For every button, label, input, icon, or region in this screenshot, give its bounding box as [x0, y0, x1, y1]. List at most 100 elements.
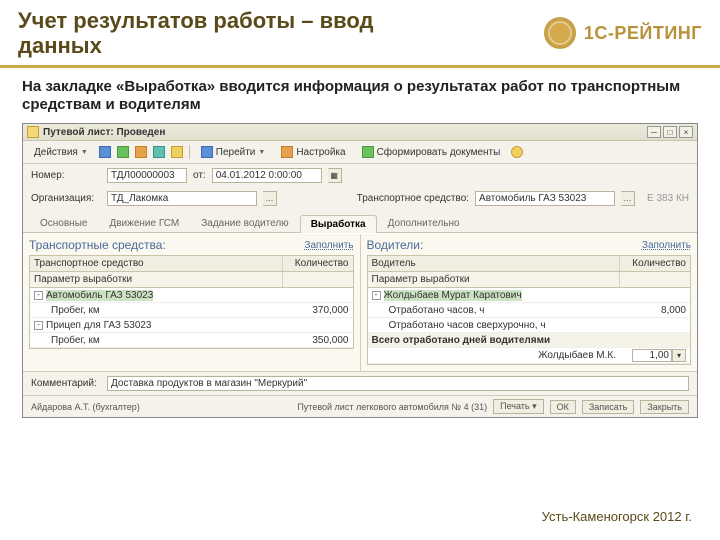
tabs: Основные Движение ГСМ Задание водителю В…	[23, 214, 697, 233]
document-icon	[27, 126, 39, 138]
date-picker-button[interactable]: ▦	[328, 168, 342, 183]
settings-button[interactable]: Настройка	[276, 144, 350, 160]
row-value: 370,000	[283, 304, 353, 317]
save-button[interactable]: Записать	[582, 400, 634, 414]
row-text: Отработано часов, ч	[389, 305, 485, 316]
gear-icon	[281, 146, 293, 158]
tool-icon[interactable]	[135, 146, 147, 158]
go-label: Перейти	[216, 147, 256, 158]
tool-icon[interactable]	[117, 146, 129, 158]
tab-task[interactable]: Задание водителю	[190, 214, 299, 232]
toolbar: Действия▼ Перейти▼ Настройка Сформироват…	[23, 141, 697, 164]
panel-vehicles: Транспортные средства: Заполнить Транспо…	[23, 234, 360, 371]
row-text: Автомобиль ГАЗ 53023	[46, 290, 153, 301]
row-value	[283, 324, 353, 326]
chevron-down-icon: ▼	[258, 149, 265, 156]
table-row[interactable]: Отработано часов, ч 8,000	[368, 303, 691, 318]
number-label: Номер:	[31, 170, 101, 181]
row-value: 8,000	[620, 304, 690, 317]
row-value	[283, 294, 353, 296]
form-docs-label: Сформировать документы	[377, 147, 501, 158]
status-user: Айдарова А.Т. (бухгалтер)	[31, 402, 140, 412]
brand-logo-icon	[544, 17, 576, 49]
actions-label: Действия	[34, 147, 78, 158]
table-row[interactable]: Отработано часов сверхурочно, ч	[368, 318, 691, 333]
tab-main[interactable]: Основные	[29, 214, 98, 232]
tool-icon[interactable]	[153, 146, 165, 158]
vehicles-grid: Транспортное средствоКоличество Параметр…	[29, 255, 354, 349]
tab-extra[interactable]: Дополнительно	[377, 214, 471, 232]
ts-select-button[interactable]: …	[621, 191, 635, 206]
comment-label: Комментарий:	[31, 378, 101, 389]
help-icon[interactable]	[511, 146, 523, 158]
tree-toggle-icon[interactable]: -	[372, 291, 381, 300]
org-select-button[interactable]: …	[263, 191, 277, 206]
settings-label: Настройка	[296, 147, 345, 158]
actions-menu[interactable]: Действия▼	[29, 145, 93, 160]
col-vehicle: Транспортное средство	[30, 256, 283, 271]
number-field[interactable]: ТДЛ00000003	[107, 168, 187, 183]
chevron-down-icon: ▼	[81, 149, 88, 156]
close-form-button[interactable]: Закрыть	[640, 400, 689, 414]
col-param: Параметр выработки	[30, 272, 283, 287]
table-row[interactable]: -Прицеп для ГАЗ 53023	[30, 318, 353, 333]
go-menu[interactable]: Перейти▼	[196, 144, 271, 160]
comment-field[interactable]: Доставка продуктов в магазин "Меркурий"	[107, 376, 689, 391]
col-qty: Количество	[283, 256, 353, 271]
date-field[interactable]: 04.01.2012 0:00:00	[212, 168, 322, 183]
print-button[interactable]: Печать ▾	[493, 399, 544, 414]
table-row[interactable]: -Автомобиль ГАЗ 53023	[30, 288, 353, 303]
ts-label: Транспортное средство:	[357, 193, 469, 204]
col-qty: Количество	[620, 256, 690, 271]
tool-icon[interactable]	[171, 146, 183, 158]
sum-stepper[interactable]: ▾	[672, 349, 686, 362]
brand-block: 1С-РЕЙТИНГ	[544, 17, 702, 49]
panel-vehicles-title: Транспортные средства:	[29, 238, 166, 252]
separator	[189, 145, 190, 159]
slide-footer: Усть-Каменогорск 2012 г.	[542, 509, 692, 524]
sum-val-field[interactable]: 1,00	[632, 349, 672, 362]
col-param: Параметр выработки	[368, 272, 621, 287]
table-row[interactable]: Пробег, км 370,000	[30, 303, 353, 318]
ts-hint: Е 383 КН	[647, 193, 689, 204]
row-value: 350,000	[283, 334, 353, 347]
fill-vehicles-link[interactable]: Заполнить	[304, 240, 353, 251]
slide-title: Учет результатов работы – ввод данных	[18, 8, 438, 59]
row-text: Прицеп для ГАЗ 53023	[46, 320, 152, 331]
maximize-button[interactable]: □	[663, 126, 677, 138]
slide-subtitle: На закладке «Выработка» вводится информа…	[0, 78, 720, 124]
table-row[interactable]: Пробег, км 350,000	[30, 333, 353, 348]
tab-gsm[interactable]: Движение ГСМ	[98, 214, 190, 232]
ts-field[interactable]: Автомобиль ГАЗ 53023	[475, 191, 615, 206]
row-value	[620, 294, 690, 296]
status-doc: Путевой лист легкового автомобиля № 4 (3…	[297, 402, 487, 412]
tree-toggle-icon[interactable]: -	[34, 321, 43, 330]
window-title: Путевой лист: Проведен	[43, 127, 165, 138]
row-text: Пробег, км	[51, 335, 100, 346]
row-value	[620, 324, 690, 326]
org-label: Организация:	[31, 193, 101, 204]
row-text: Отработано часов сверхурочно, ч	[389, 320, 546, 331]
tool-icon[interactable]	[99, 146, 111, 158]
org-field[interactable]: ТД_Лакомка	[107, 191, 257, 206]
tree-toggle-icon[interactable]: -	[34, 291, 43, 300]
panel-drivers-title: Водители:	[367, 238, 424, 252]
sum-name: Жолдыбаев М.К.	[538, 350, 616, 361]
close-button[interactable]: ×	[679, 126, 693, 138]
row-text: Пробег, км	[51, 305, 100, 316]
app-window: Путевой лист: Проведен ─ □ × Действия▼ П…	[22, 123, 698, 418]
table-row[interactable]: -Жолдыбаев Мурат Каратович	[368, 288, 691, 303]
drivers-grid: ВодительКоличество Параметр выработки -Ж…	[367, 255, 692, 365]
brand-text: 1С-РЕЙТИНГ	[584, 23, 702, 44]
row-text: Жолдыбаев Мурат Каратович	[384, 290, 522, 301]
fill-drivers-link[interactable]: Заполнить	[642, 240, 691, 251]
divider	[0, 65, 720, 68]
form-docs-button[interactable]: Сформировать документы	[357, 144, 506, 160]
titlebar: Путевой лист: Проведен ─ □ ×	[23, 124, 697, 141]
panel-drivers: Водители: Заполнить ВодительКоличество П…	[360, 234, 698, 371]
tab-output[interactable]: Выработка	[300, 215, 377, 233]
minimize-button[interactable]: ─	[647, 126, 661, 138]
from-label: от:	[193, 170, 206, 181]
sum-label: Всего отработано дней водителями	[368, 334, 621, 347]
ok-button[interactable]: ОК	[550, 400, 576, 414]
